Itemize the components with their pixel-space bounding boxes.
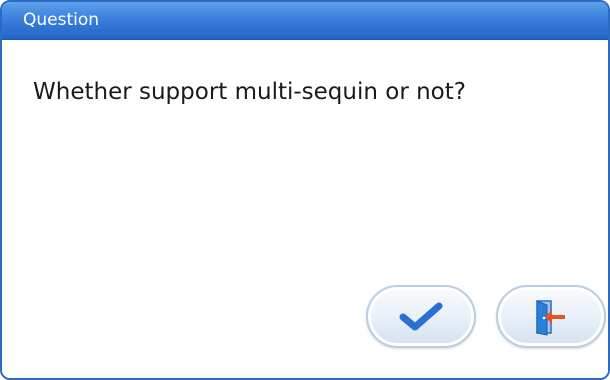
dialog-body: Whether support multi-sequin or not? [2, 40, 608, 378]
exit-button[interactable] [496, 285, 606, 348]
exit-door-icon [536, 299, 565, 336]
checkmark-icon [399, 302, 443, 330]
confirm-button[interactable] [366, 285, 476, 348]
dialog-titlebar: Question [2, 2, 608, 40]
dialog-title: Question [23, 10, 100, 30]
question-dialog: Question Whether support multi-sequin or… [0, 0, 610, 380]
dialog-message: Whether support multi-sequin or not? [33, 79, 466, 105]
